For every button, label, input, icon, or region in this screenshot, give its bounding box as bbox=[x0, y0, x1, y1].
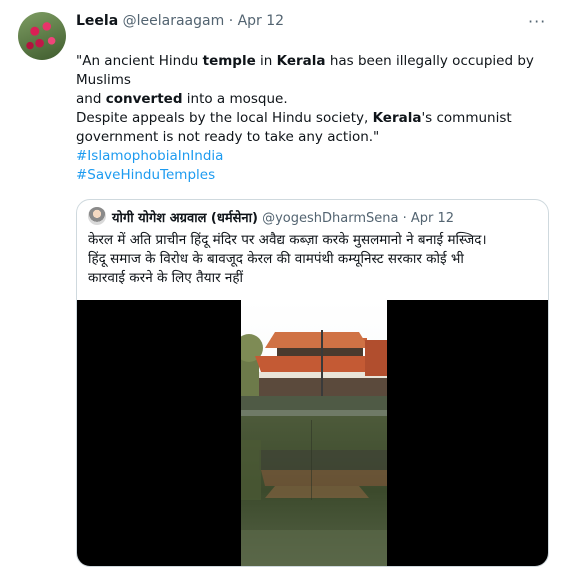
tweet-card[interactable]: Leela @leelaraagam · Apr 12 ··· "An anci… bbox=[0, 0, 565, 572]
author-handle[interactable]: @leelaraagam bbox=[123, 13, 225, 29]
quoted-text-line: केरल में अति प्राचीन हिंदू मंदिर पर अवैद… bbox=[88, 232, 487, 248]
hashtag-save-hindu-temples[interactable]: #SaveHinduTemples bbox=[76, 166, 223, 185]
quoted-author-display-name: योगी योगेश अग्रवाल (धर्मसेना) bbox=[112, 211, 258, 226]
quoted-tweet[interactable]: योगी योगेश अग्रवाल (धर्मसेना) @yogeshDha… bbox=[76, 199, 549, 567]
tweet-date[interactable]: Apr 12 bbox=[238, 13, 284, 29]
quoted-tweet-header: योगी योगेश अग्रवाल (धर्मसेना) @yogeshDha… bbox=[112, 208, 454, 226]
author-avatar[interactable] bbox=[18, 12, 66, 60]
tweet-text-line: government is not ready to take any acti… bbox=[76, 128, 556, 147]
temple-pond-image bbox=[241, 300, 387, 566]
tweet-text-segment: in bbox=[255, 53, 277, 69]
tweet-text-segment: into a mosque. bbox=[182, 91, 288, 107]
tweet-text-segment: "An ancient Hindu bbox=[76, 53, 203, 69]
tweet-header: Leela @leelaraagam · Apr 12 bbox=[76, 13, 284, 29]
hashtag-list: #IslamophobiaInIndia #SaveHinduTemples bbox=[76, 147, 223, 185]
tweet-text-bold-segment: Kerala bbox=[276, 53, 326, 69]
video-frame-temple-pond bbox=[241, 300, 387, 566]
quoted-text-line: कारवाई करने के लिए तैयार नहीं bbox=[88, 270, 244, 286]
quoted-author-avatar bbox=[88, 207, 106, 225]
more-options-icon[interactable]: ··· bbox=[528, 12, 554, 31]
tweet-text-segment: government is not ready to take any acti… bbox=[76, 129, 380, 145]
quoted-tweet-text: केरल में अति प्राचीन हिंदू मंदिर पर अवैद… bbox=[88, 231, 540, 288]
quoted-tweet-date: Apr 12 bbox=[410, 211, 455, 226]
author-display-name[interactable]: Leela bbox=[76, 13, 118, 29]
tweet-text-bold-segment: temple bbox=[202, 53, 256, 69]
quoted-video-player[interactable] bbox=[77, 300, 548, 566]
tweet-text-bold-segment: converted bbox=[105, 91, 183, 107]
tweet-text-segment: and bbox=[76, 91, 106, 107]
tweet-text-segment: 's communist bbox=[421, 110, 512, 126]
quoted-meta-separator: · bbox=[402, 211, 407, 226]
tweet-text-bold-segment: Kerala bbox=[372, 110, 422, 126]
tweet-text-line: Despite appeals by the local Hindu socie… bbox=[76, 109, 556, 128]
tweet-text-line: and converted into a mosque. bbox=[76, 90, 556, 109]
tweet-text-segment: Despite appeals by the local Hindu socie… bbox=[76, 110, 373, 126]
quoted-text-line: हिंदू समाज के विरोध के बावजूद केरल की वा… bbox=[88, 251, 464, 267]
hashtag-islamophobia-in-india[interactable]: #IslamophobiaInIndia bbox=[76, 147, 223, 166]
quoted-author-handle: @yogeshDharmSena bbox=[262, 211, 399, 226]
meta-separator: · bbox=[228, 13, 234, 29]
tweet-text: "An ancient Hindu temple in Kerala has b… bbox=[76, 52, 556, 147]
tweet-text-line: "An ancient Hindu temple in Kerala has b… bbox=[76, 52, 556, 90]
